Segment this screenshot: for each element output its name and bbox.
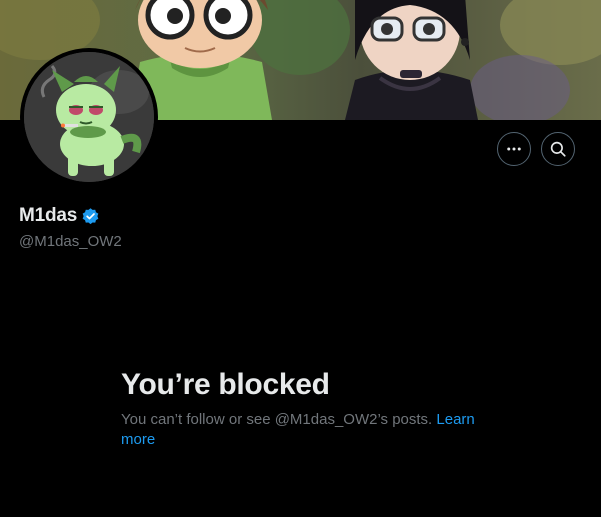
- profile-page: M1das @M1das_OW2 You’re blocked You can’…: [0, 0, 601, 517]
- blocked-message-text: You can’t follow or see @M1das_OW2’s pos…: [121, 411, 433, 428]
- verified-badge-icon[interactable]: [81, 207, 100, 226]
- profile-avatar[interactable]: [20, 48, 158, 186]
- more-options-button[interactable]: [497, 132, 531, 166]
- blocked-title: You’re blocked: [121, 368, 330, 401]
- blocked-notice: You’re blocked You can’t follow or see @…: [121, 366, 481, 450]
- profile-handle: @M1das_OW2: [19, 233, 122, 250]
- display-name: M1das: [19, 205, 78, 226]
- more-horizontal-icon: [505, 140, 523, 158]
- search-button[interactable]: [541, 132, 575, 166]
- avatar-illustration: [24, 52, 154, 182]
- profile-name-row: M1das: [19, 205, 100, 227]
- avatar-image: [24, 52, 154, 182]
- search-icon: [549, 140, 567, 158]
- blocked-message: You can’t follow or see @M1das_OW2’s pos…: [121, 410, 481, 450]
